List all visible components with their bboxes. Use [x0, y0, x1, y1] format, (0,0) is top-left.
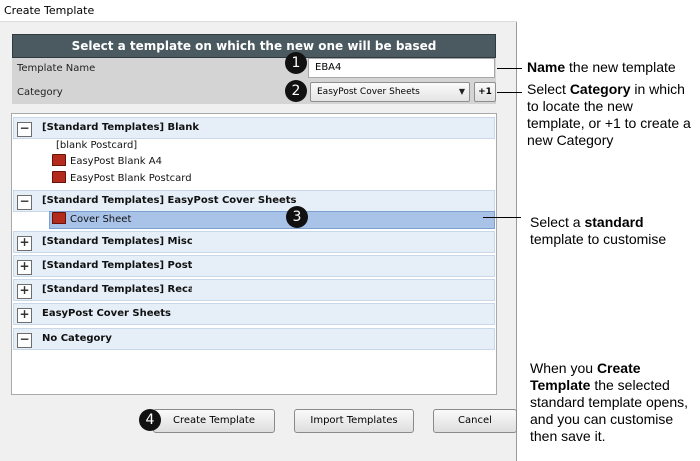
tree-group-label: EasyPost Cover Sheets	[42, 308, 172, 319]
template-name-input[interactable]: EBA4	[308, 58, 495, 78]
cancel-button[interactable]: Cancel	[433, 409, 517, 433]
annotation-2-bold: Category	[569, 81, 631, 97]
collapse-icon[interactable]: −	[17, 333, 32, 348]
expand-icon[interactable]: +	[17, 260, 32, 275]
tree-group-label: No Category	[42, 333, 112, 344]
tree-group-no-category[interactable]: − No Category	[13, 328, 495, 350]
expand-icon[interactable]: +	[17, 308, 32, 323]
create-template-dialog: Create Template Select a template on whi…	[0, 0, 517, 461]
dialog-banner: Select a template on which the new one w…	[12, 34, 496, 58]
template-icon	[52, 212, 66, 224]
annotation-3: Select a standard template to customise	[530, 214, 690, 248]
step-badge-3: 3	[286, 206, 308, 228]
tree-group-label: [Standard Templates] Misc	[42, 236, 192, 247]
annotation-2: Select Category in which to locate the n…	[527, 81, 692, 149]
tree-item-label: [blank Postcard]	[56, 140, 138, 151]
expand-icon[interactable]: +	[17, 236, 32, 251]
annotation-2-pre: Select	[527, 81, 570, 97]
tree-group-label: [Standard Templates] Postcard	[42, 260, 192, 271]
category-select-value: EasyPost Cover Sheets	[317, 87, 420, 97]
callout-line-2	[497, 92, 522, 93]
import-templates-button[interactable]: Import Templates	[294, 409, 414, 433]
tree-group-easypost-cover-sheets[interactable]: − [Standard Templates] EasyPost Cover Sh…	[13, 190, 495, 212]
annotation-4-pre: When you	[530, 360, 597, 376]
tree-item-cover-sheet[interactable]: Cover Sheet	[52, 212, 131, 228]
expand-icon[interactable]: +	[17, 284, 32, 299]
tree-item-label: EasyPost Blank Postcard	[70, 173, 192, 184]
collapse-icon[interactable]: −	[17, 122, 32, 137]
annotation-3-text: template to customise	[530, 231, 667, 247]
tree-item-label: EasyPost Blank A4	[70, 156, 162, 167]
window-title: Create Template	[0, 0, 517, 22]
callout-line-1	[497, 68, 522, 69]
add-category-button[interactable]: +1	[474, 82, 496, 102]
annotation-1-bold: Name	[527, 59, 566, 75]
chevron-down-icon: ▼	[458, 87, 465, 96]
template-name-label: Template Name	[17, 63, 96, 74]
tree-item[interactable]: EasyPost Blank A4	[52, 154, 162, 170]
create-template-button[interactable]: Create Template	[153, 409, 275, 433]
template-icon	[52, 154, 66, 166]
tree-group-recall[interactable]: + [Standard Templates] Recall Le	[13, 279, 495, 301]
step-badge-4: 4	[139, 409, 161, 431]
annotation-3-bold: standard	[584, 214, 644, 230]
category-label: Category	[17, 87, 63, 98]
tree-group-label: [Standard Templates] Blank	[42, 122, 200, 133]
template-tree[interactable]: − [Standard Templates] Blank [blank Post…	[11, 113, 497, 395]
step-badge-1: 1	[285, 52, 307, 74]
tree-item[interactable]: [blank Postcard]	[56, 138, 137, 154]
annotation-1: Name the new template	[527, 59, 697, 76]
tree-group-postcard[interactable]: + [Standard Templates] Postcard	[13, 255, 495, 277]
annotation-1-text: the new template	[565, 59, 676, 75]
collapse-icon[interactable]: −	[17, 195, 32, 210]
template-icon	[52, 171, 66, 183]
tree-group-misc[interactable]: + [Standard Templates] Misc	[13, 231, 495, 253]
tree-group-blank[interactable]: − [Standard Templates] Blank	[13, 117, 495, 139]
tree-item[interactable]: EasyPost Blank Postcard	[52, 171, 192, 187]
tree-item-label: Cover Sheet	[70, 214, 132, 225]
tree-group-easypost[interactable]: + EasyPost Cover Sheets	[13, 303, 495, 325]
callout-line-3	[483, 217, 521, 218]
step-badge-2: 2	[285, 80, 307, 102]
category-select[interactable]: EasyPost Cover Sheets ▼	[310, 82, 470, 102]
annotation-3-pre: Select a	[530, 214, 585, 230]
annotation-4: When you Create Template the selected st…	[530, 360, 690, 445]
tree-group-label: [Standard Templates] Recall Le	[42, 284, 192, 295]
